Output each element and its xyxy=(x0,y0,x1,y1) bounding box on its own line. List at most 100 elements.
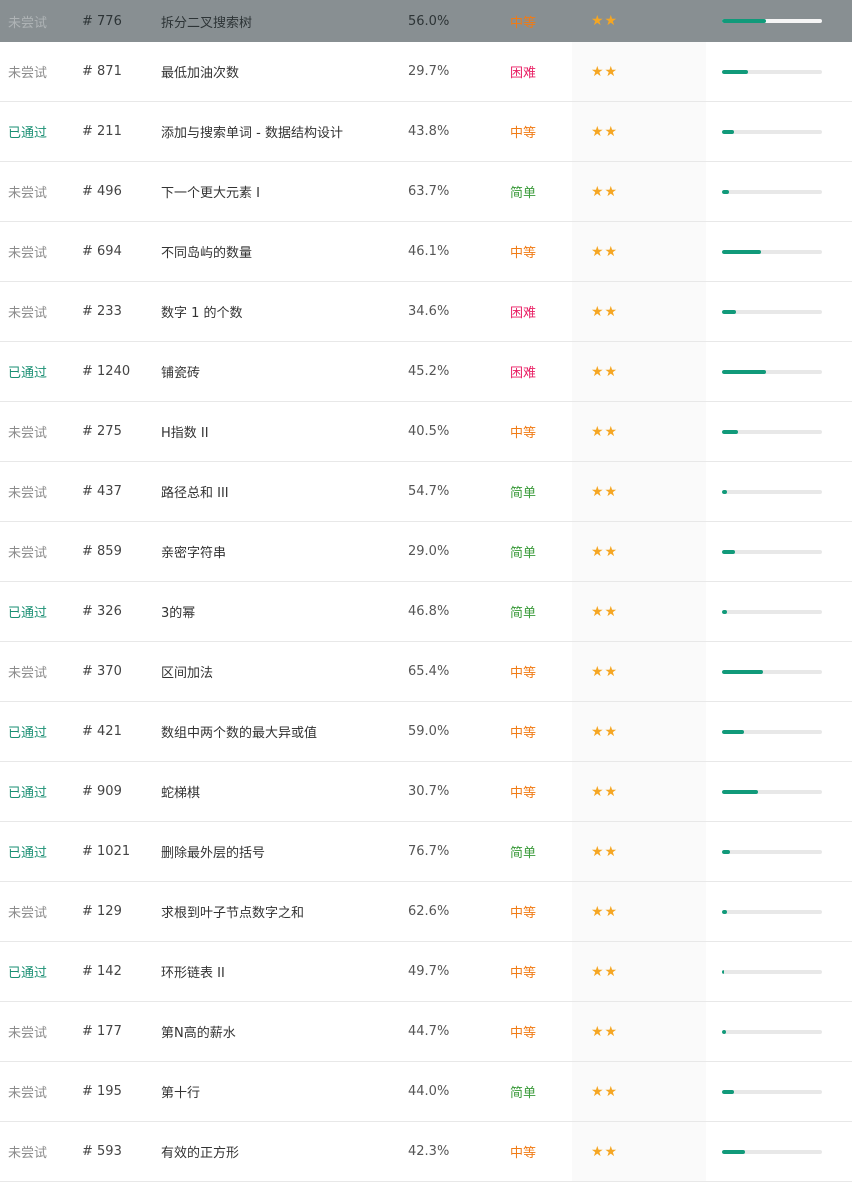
frequency-bar-fill xyxy=(722,129,734,134)
problem-title-link[interactable]: 路径总和 III xyxy=(161,482,229,501)
table-row[interactable]: 未尝试 # 233 数字 1 的个数 34.6% 困难 ★★ xyxy=(0,282,852,342)
table-row[interactable]: 未尝试 # 195 第十行 44.0% 简单 ★★ xyxy=(0,1062,852,1122)
problem-title-link[interactable]: 区间加法 xyxy=(161,662,213,681)
star-icon: ★★ xyxy=(591,663,619,680)
problem-title-link[interactable]: 添加与搜索单词 - 数据结构设计 xyxy=(161,122,343,141)
problem-id: # 1021 xyxy=(82,844,131,859)
problem-id: # 859 xyxy=(82,544,122,559)
difficulty-badge: 简单 xyxy=(510,546,537,561)
table-row[interactable]: 未尝试 # 694 不同岛屿的数量 46.1% 中等 ★★ xyxy=(0,222,852,282)
difficulty-badge: 简单 xyxy=(510,846,537,861)
problem-id: # 909 xyxy=(82,784,122,799)
problem-id: # 177 xyxy=(82,1024,122,1039)
problem-id: # 326 xyxy=(82,604,122,619)
problem-title-link[interactable]: 拆分二叉搜索树 xyxy=(161,12,252,31)
star-icon: ★★ xyxy=(591,63,619,80)
star-icon: ★★ xyxy=(591,1083,619,1100)
frequency-bar xyxy=(722,1029,822,1034)
status-label: 未尝试 xyxy=(8,186,48,201)
acceptance-rate: 49.7% xyxy=(408,964,450,979)
status-label: 已通过 xyxy=(8,726,48,741)
difficulty-badge: 简单 xyxy=(510,486,537,501)
table-row[interactable]: 未尝试 # 593 有效的正方形 42.3% 中等 ★★ xyxy=(0,1122,852,1182)
star-icon: ★★ xyxy=(591,13,619,29)
difficulty-badge: 简单 xyxy=(510,1086,537,1101)
acceptance-rate: 59.0% xyxy=(408,724,450,739)
table-row[interactable]: 未尝试 # 437 路径总和 III 54.7% 简单 ★★ xyxy=(0,462,852,522)
frequency-bar xyxy=(722,309,822,314)
table-row[interactable]: 未尝试 # 776 拆分二叉搜索树 56.0% 中等 ★★ xyxy=(0,0,852,42)
problem-id: # 142 xyxy=(82,964,122,979)
frequency-bar-fill xyxy=(722,549,735,554)
problem-title-link[interactable]: 数组中两个数的最大异或值 xyxy=(161,722,317,741)
table-row[interactable]: 未尝试 # 871 最低加油次数 29.7% 困难 ★★ xyxy=(0,42,852,102)
problem-title-link[interactable]: 求根到叶子节点数字之和 xyxy=(161,902,304,921)
acceptance-rate: 56.0% xyxy=(408,13,450,29)
table-row[interactable]: 未尝试 # 370 区间加法 65.4% 中等 ★★ xyxy=(0,642,852,702)
problem-title-link[interactable]: 不同岛屿的数量 xyxy=(161,242,252,261)
problem-title-link[interactable]: 环形链表 II xyxy=(161,962,225,981)
difficulty-badge: 简单 xyxy=(510,186,537,201)
problem-title-link[interactable]: 下一个更大元素 I xyxy=(161,182,260,201)
difficulty-badge: 困难 xyxy=(510,366,537,381)
frequency-bar xyxy=(722,789,822,794)
problem-title-link[interactable]: 3的幂 xyxy=(161,602,195,621)
star-icon: ★★ xyxy=(591,123,619,140)
difficulty-badge: 中等 xyxy=(510,1146,537,1161)
status-label: 未尝试 xyxy=(8,1026,48,1041)
frequency-bar xyxy=(722,969,822,974)
acceptance-rate: 76.7% xyxy=(408,844,450,859)
difficulty-badge: 中等 xyxy=(510,906,537,921)
problem-title-link[interactable]: 删除最外层的括号 xyxy=(161,842,265,861)
table-row[interactable]: 已通过 # 1021 删除最外层的括号 76.7% 简单 ★★ xyxy=(0,822,852,882)
table-row[interactable]: 未尝试 # 275 H指数 II 40.5% 中等 ★★ xyxy=(0,402,852,462)
problem-title-link[interactable]: 亲密字符串 xyxy=(161,542,226,561)
problem-title-link[interactable]: H指数 II xyxy=(161,422,209,441)
star-icon: ★★ xyxy=(591,843,619,860)
status-label: 未尝试 xyxy=(8,1086,48,1101)
frequency-bar xyxy=(722,669,822,674)
table-row[interactable]: 未尝试 # 859 亲密字符串 29.0% 简单 ★★ xyxy=(0,522,852,582)
acceptance-rate: 65.4% xyxy=(408,664,450,679)
difficulty-badge: 中等 xyxy=(510,666,537,681)
star-icon: ★★ xyxy=(591,603,619,620)
problem-id: # 421 xyxy=(82,724,122,739)
frequency-bar xyxy=(722,1089,822,1094)
table-row[interactable]: 已通过 # 1240 铺瓷砖 45.2% 困难 ★★ xyxy=(0,342,852,402)
problem-title-link[interactable]: 蛇梯棋 xyxy=(161,782,200,801)
status-label: 未尝试 xyxy=(8,15,48,31)
star-icon: ★★ xyxy=(591,723,619,740)
difficulty-badge: 困难 xyxy=(510,306,537,321)
acceptance-rate: 45.2% xyxy=(408,364,450,379)
frequency-bar-fill xyxy=(722,309,736,314)
problem-title-link[interactable]: 有效的正方形 xyxy=(161,1142,239,1161)
acceptance-rate: 29.7% xyxy=(408,64,450,79)
problem-title-link[interactable]: 铺瓷砖 xyxy=(161,362,200,381)
problem-title-link[interactable]: 最低加油次数 xyxy=(161,62,239,81)
frequency-bar xyxy=(722,549,822,554)
problem-title-link[interactable]: 数字 1 的个数 xyxy=(161,302,243,321)
difficulty-badge: 中等 xyxy=(510,426,537,441)
frequency-bar xyxy=(722,189,822,194)
acceptance-rate: 44.7% xyxy=(408,1024,450,1039)
problem-title-link[interactable]: 第N高的薪水 xyxy=(161,1022,236,1041)
problem-title-link[interactable]: 第十行 xyxy=(161,1082,200,1101)
table-row[interactable]: 未尝试 # 496 下一个更大元素 I 63.7% 简单 ★★ xyxy=(0,162,852,222)
frequency-bar xyxy=(722,69,822,74)
table-row[interactable]: 已通过 # 421 数组中两个数的最大异或值 59.0% 中等 ★★ xyxy=(0,702,852,762)
frequency-bar-fill xyxy=(722,69,748,74)
acceptance-rate: 62.6% xyxy=(408,904,450,919)
problem-id: # 129 xyxy=(82,904,122,919)
table-row[interactable]: 未尝试 # 129 求根到叶子节点数字之和 62.6% 中等 ★★ xyxy=(0,882,852,942)
difficulty-badge: 中等 xyxy=(510,726,537,741)
table-row[interactable]: 已通过 # 326 3的幂 46.8% 简单 ★★ xyxy=(0,582,852,642)
star-icon: ★★ xyxy=(591,543,619,560)
acceptance-rate: 42.3% xyxy=(408,1144,450,1159)
table-row[interactable]: 未尝试 # 177 第N高的薪水 44.7% 中等 ★★ xyxy=(0,1002,852,1062)
problem-id: # 437 xyxy=(82,484,122,499)
star-icon: ★★ xyxy=(591,363,619,380)
table-row[interactable]: 已通过 # 142 环形链表 II 49.7% 中等 ★★ xyxy=(0,942,852,1002)
frequency-bar-fill xyxy=(722,1029,726,1034)
table-row[interactable]: 已通过 # 909 蛇梯棋 30.7% 中等 ★★ xyxy=(0,762,852,822)
table-row[interactable]: 已通过 # 211 添加与搜索单词 - 数据结构设计 43.8% 中等 ★★ xyxy=(0,102,852,162)
